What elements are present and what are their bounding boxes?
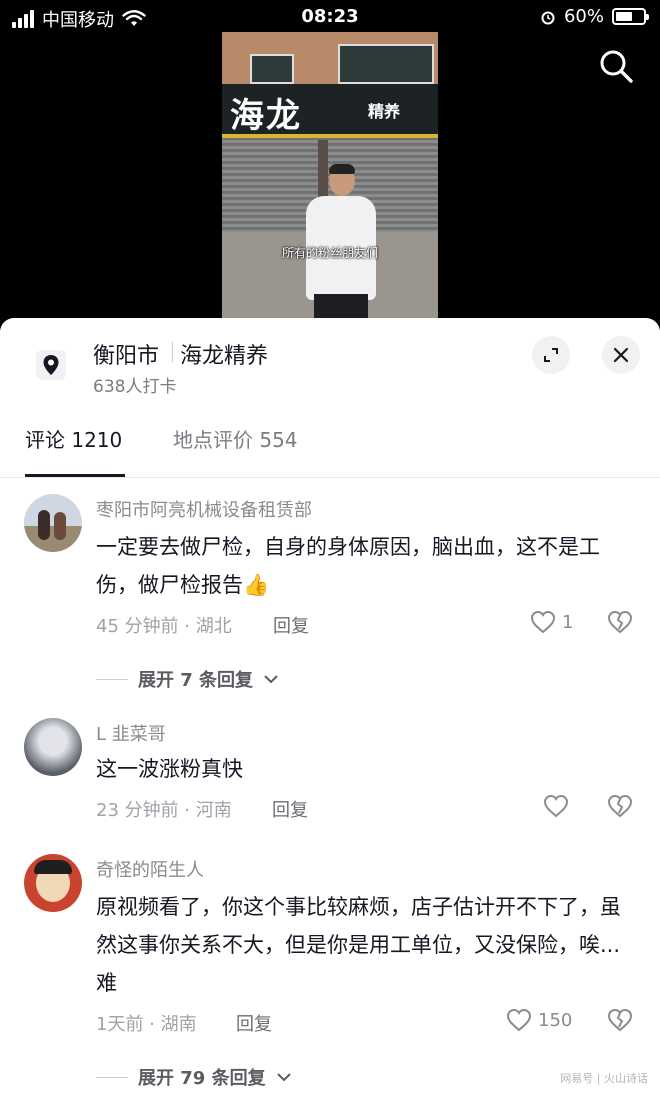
- broken-heart-icon[interactable]: [607, 794, 633, 818]
- location-divider: [172, 342, 173, 362]
- comment-text: 原视频看了，你这个事比较麻烦，店子估计开不下了，虽然这事你关系不大，但是你是用工…: [96, 895, 621, 995]
- expand-replies[interactable]: 展开 79 条回复: [96, 1064, 292, 1090]
- location-name[interactable]: 海龙精养: [180, 338, 268, 370]
- close-icon: [613, 347, 629, 363]
- expand-icon: [544, 348, 558, 362]
- battery-percent: 60%: [563, 6, 604, 27]
- shop-sign-small: 精养: [368, 102, 401, 121]
- like-button[interactable]: 1: [530, 610, 573, 634]
- avatar[interactable]: [24, 494, 82, 552]
- search-icon[interactable]: [598, 48, 634, 84]
- video-player[interactable]: 海龙 精养 所有的粉丝朋友们: [222, 32, 438, 322]
- heart-icon: [506, 1008, 532, 1032]
- location-city[interactable]: 衡阳市: [93, 338, 159, 370]
- location-sheet: 衡阳市 海龙精养 638人打卡 评论 1210 地点评价 554 枣阳市阿亮机械…: [0, 318, 660, 1096]
- expand-replies-label: 展开 79 条回复: [138, 1068, 266, 1089]
- alarm-icon: [541, 11, 555, 24]
- checkin-count: 638人打卡: [93, 377, 177, 397]
- video-subtitle: 所有的粉丝朋友们: [281, 246, 378, 260]
- avatar[interactable]: [24, 718, 82, 776]
- broken-heart-icon[interactable]: [607, 610, 633, 634]
- comment-text: 这一波涨粉真快: [96, 757, 243, 781]
- location-pin-icon: [36, 350, 66, 380]
- reply-button[interactable]: 回复: [236, 1010, 272, 1036]
- like-button[interactable]: [543, 794, 569, 818]
- watermark: 网易号 | 火山诗话: [560, 1072, 648, 1085]
- close-button[interactable]: [602, 336, 640, 374]
- like-count: 150: [538, 1009, 573, 1031]
- like-count: 1: [562, 611, 574, 633]
- tabs-divider: [0, 477, 660, 478]
- expand-replies[interactable]: 展开 7 条回复: [96, 666, 279, 692]
- broken-heart-icon[interactable]: [607, 1008, 633, 1032]
- building-window: [250, 54, 294, 84]
- building-window: [338, 44, 434, 84]
- comment-text: 一定要去做尸检，自身的身体原因，脑出血，这不是工伤，做尸检报告👍: [96, 535, 600, 597]
- heart-icon: [543, 794, 569, 818]
- shop-sign: 海龙 精养: [222, 84, 438, 136]
- expand-button[interactable]: [532, 336, 570, 374]
- status-right: 60%: [540, 6, 649, 27]
- person-hair: [329, 164, 355, 174]
- tab-place-reviews[interactable]: 地点评价 554: [173, 424, 298, 453]
- comment-author[interactable]: 枣阳市阿亮机械设备租赁部: [96, 496, 312, 522]
- comment-author[interactable]: 奇怪的陌生人: [96, 856, 204, 882]
- comment-meta: 23 分钟前 · 河南: [96, 800, 232, 821]
- reply-button[interactable]: 回复: [272, 796, 308, 822]
- shop-sign-large: 海龙: [230, 96, 302, 136]
- tab-comments[interactable]: 评论 1210: [25, 424, 122, 453]
- expand-replies-label: 展开 7 条回复: [138, 670, 254, 691]
- sign-trim: [222, 134, 438, 138]
- chevron-down-icon: [264, 675, 278, 684]
- reply-button[interactable]: 回复: [273, 612, 309, 638]
- chevron-down-icon: [276, 1073, 291, 1082]
- like-button[interactable]: 150: [506, 1008, 572, 1032]
- avatar[interactable]: [24, 854, 82, 912]
- comment-meta: 1天前 · 湖南: [96, 1014, 197, 1035]
- heart-icon: [530, 610, 556, 634]
- comment-author[interactable]: L 韭菜哥: [96, 720, 166, 746]
- expand-dash: [96, 678, 128, 680]
- battery-fill: [616, 12, 632, 21]
- battery-icon: [612, 8, 649, 25]
- rolling-shutter: [222, 140, 318, 240]
- status-bar: 中国移动 08:23 60%: [0, 0, 660, 34]
- expand-dash: [96, 1076, 128, 1078]
- comment-meta: 45 分钟前 · 湖北: [96, 616, 232, 637]
